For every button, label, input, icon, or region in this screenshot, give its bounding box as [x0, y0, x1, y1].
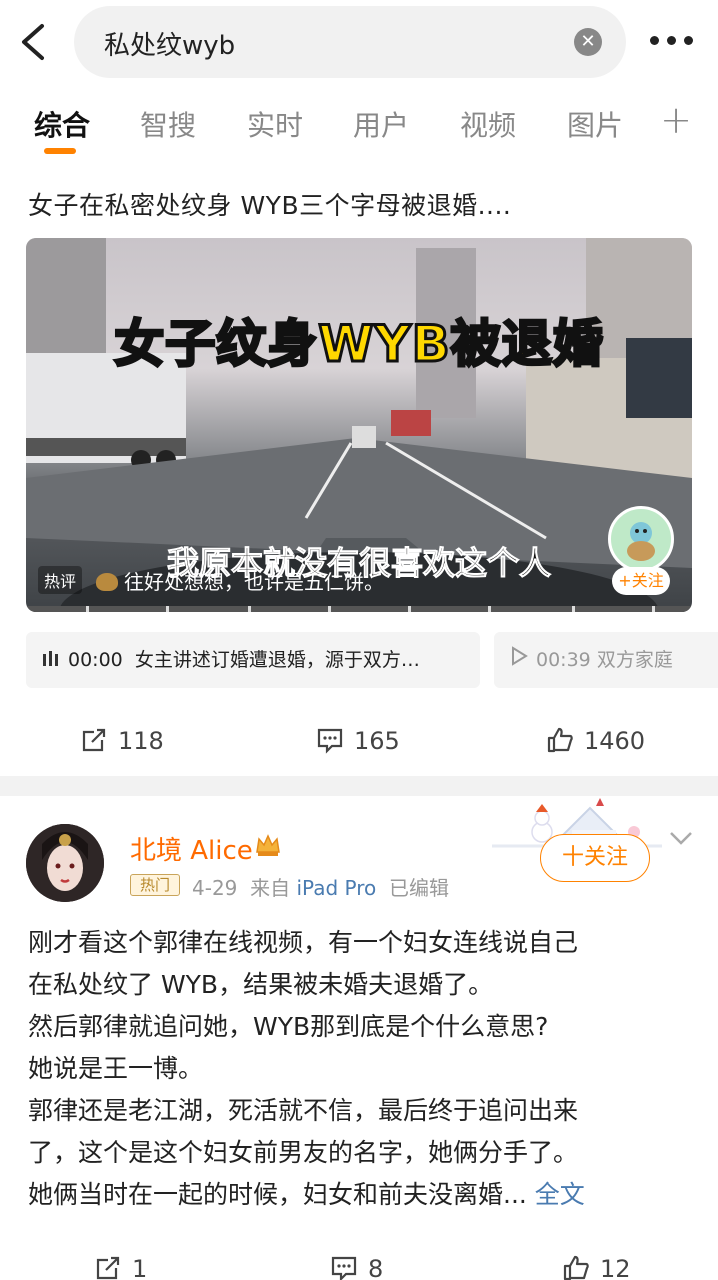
tab-videos[interactable]: 视频 [460, 104, 516, 144]
repost-button[interactable]: 1 [94, 1254, 147, 1280]
hot-comment-text: 往好处想想，也许是五仁饼。 [124, 570, 384, 594]
post-text-line: 了，这个是这个妇女前男友的名字，她俩分手了。 [28, 1138, 579, 1167]
search-query: 私处纹wyb [104, 31, 236, 61]
post-date: 4-29 [192, 876, 238, 900]
turtle-avatar-icon [627, 522, 655, 561]
source-prefix: 来自 [250, 876, 291, 900]
search-tabs: 综合 智搜 实时 用户 视频 图片 + [0, 96, 718, 166]
full-text-link[interactable]: 全文 [535, 1180, 585, 1209]
post-text-line: 郭律还是老江湖，死活就不信，最后终于追问出来 [28, 1096, 579, 1125]
like-button[interactable]: 1460 [546, 726, 645, 755]
tab-comprehensive[interactable]: 综合 [34, 104, 90, 144]
chapter-time: 00:39 [536, 649, 591, 671]
active-tab-indicator [44, 148, 76, 154]
comment-count: 165 [354, 727, 400, 755]
tab-users[interactable]: 用户 [353, 104, 409, 144]
comment-button[interactable]: 165 [316, 726, 400, 755]
tab-smart-search[interactable]: 智搜 [140, 104, 196, 144]
hot-comment-tag: 热评 [38, 566, 83, 594]
comment-icon [331, 1256, 357, 1280]
comment-button[interactable]: 8 [330, 1254, 383, 1280]
like-count: 12 [600, 1255, 631, 1280]
post-text-last: 她俩当时在一起的时候，妇女和前夫没离婚... [28, 1180, 527, 1209]
post-text-line-last: 她俩当时在一起的时候，妇女和前夫没离婚... 全文 [28, 1174, 692, 1216]
like-count: 1460 [584, 727, 646, 755]
follow-button-small[interactable]: +关注 [612, 567, 670, 595]
user-avatar[interactable] [26, 824, 104, 902]
crown-icon [256, 834, 280, 856]
comment-count: 8 [368, 1255, 384, 1280]
post-meta: 4-29 来自 iPad Pro 已编辑 [192, 872, 449, 901]
hot-badge: 热门 [130, 874, 180, 896]
emoji-icon [96, 573, 118, 591]
post-body[interactable]: 刚才看这个郭律在线视频，有一个妇女连线说自己 在私处纹了 WYB，结果被未婚夫退… [28, 922, 692, 1216]
chapter-chip[interactable]: 00:39 双方家庭 [494, 632, 718, 688]
repost-icon [82, 728, 106, 752]
repost-icon [96, 1256, 120, 1280]
avatar-portrait [26, 824, 104, 902]
video-player[interactable]: 女子纹身WYB被退婚 我原本就没有很喜欢这个人 热评 往好处想想，也许是五仁饼。… [26, 238, 692, 612]
back-arrow-icon [22, 24, 44, 60]
clear-icon[interactable]: ✕ [574, 28, 602, 56]
repost-count: 1 [132, 1255, 148, 1280]
comment-icon [317, 728, 343, 754]
chapter-text: 女主讲述订婚遭退婚，源于双方… [134, 649, 420, 671]
post-headline[interactable]: 女子在私密处纹身 WYB三个字母被退婚.... [28, 186, 511, 222]
repost-count: 118 [118, 727, 164, 755]
top-bar: 私处纹wyb ✕ [0, 0, 718, 84]
video-progress-ticks [26, 606, 692, 612]
section-divider [0, 776, 718, 796]
audio-bars-icon [42, 632, 60, 688]
play-icon [510, 632, 528, 688]
chapter-text: 双方家庭 [596, 649, 673, 671]
follow-button[interactable]: 十关注 [540, 834, 650, 882]
username[interactable]: 北境 Alice [130, 830, 253, 867]
post-text-line: 刚才看这个郭律在线视频，有一个妇女连线说自己 [28, 928, 579, 957]
video-title-overlay: 女子纹身WYB被退婚 [113, 314, 604, 375]
thumbs-up-icon [547, 727, 573, 753]
like-button[interactable]: 12 [562, 1254, 631, 1280]
chapter-chip[interactable]: 00:00 女主讲述订婚遭退婚，源于双方… [26, 632, 480, 688]
chevron-down-icon[interactable] [668, 828, 694, 848]
post-action-bar: 1 8 12 [0, 1250, 718, 1280]
search-input[interactable]: 私处纹wyb ✕ [74, 6, 626, 78]
post-text-line: 在私处纹了 WYB，结果被未婚夫退婚了。 [28, 970, 494, 999]
edited-label: 已编辑 [388, 876, 449, 900]
post-source[interactable]: iPad Pro [296, 876, 376, 900]
add-tab-icon[interactable]: + [660, 98, 692, 142]
author-avatar[interactable] [608, 506, 674, 572]
hot-comment: 往好处想想，也许是五仁饼。 [96, 566, 384, 595]
tab-realtime[interactable]: 实时 [247, 104, 303, 144]
repost-button[interactable]: 118 [80, 726, 164, 755]
post-text-line: 她说是王一博。 [28, 1054, 204, 1083]
back-button[interactable] [14, 18, 54, 66]
more-dots-icon[interactable] [650, 30, 694, 54]
thumbs-up-icon [563, 1255, 589, 1280]
post-text-line: 然后郭律就追问她，WYB那到底是个什么意思? [28, 1012, 549, 1041]
post-action-bar: 118 165 1460 [0, 712, 718, 774]
chapter-time: 00:00 [68, 649, 123, 671]
tab-images[interactable]: 图片 [567, 104, 623, 144]
